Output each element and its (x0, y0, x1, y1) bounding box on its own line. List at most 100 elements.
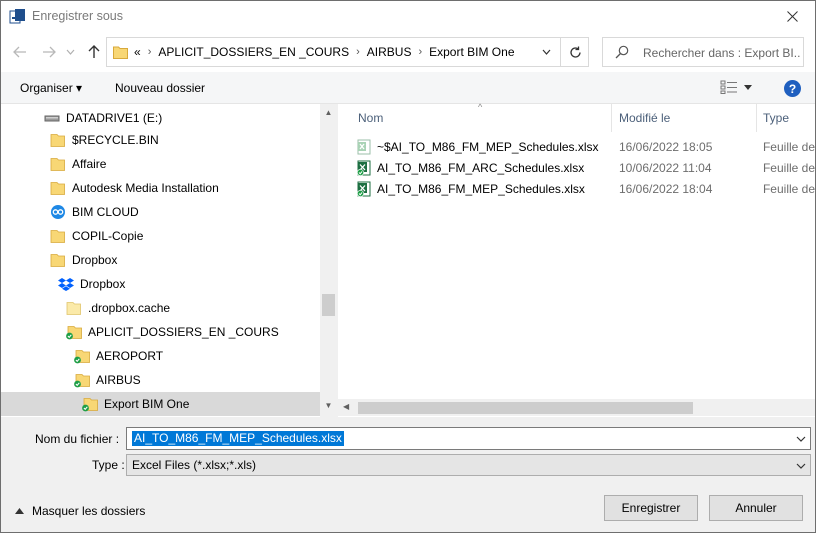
file-type: Feuille de (762, 139, 815, 154)
command-bar: Organiser ▾ Nouveau dossier ? (1, 72, 815, 104)
tree-item-recycle-bin[interactable]: $RECYCLE.BIN (1, 128, 320, 152)
tree-item-drive[interactable]: DATADRIVE1 (E:) (1, 106, 320, 130)
details-view-icon (720, 80, 737, 94)
excel-temp-icon (356, 139, 372, 155)
tree-item-label: Export BIM One (104, 397, 190, 411)
file-type-select[interactable]: Excel Files (*.xlsx;*.xls) (126, 454, 811, 476)
up-button[interactable] (84, 42, 104, 62)
title-bar: Enregistrer sous (1, 1, 815, 32)
arrow-left-icon (13, 46, 26, 58)
arrow-up-icon (88, 45, 100, 58)
tree-item-label: COPIL-Copie (72, 229, 144, 243)
file-row[interactable]: ~$AI_TO_M86_FM_MEP_Schedules.xlsx 16/06/… (356, 136, 815, 157)
tree-item-label: AEROPORT (96, 349, 164, 363)
chevron-right-icon[interactable]: › (356, 46, 360, 58)
drive-icon (43, 110, 61, 126)
hide-folders-toggle[interactable]: Masquer les dossiers (15, 504, 145, 518)
close-button[interactable] (769, 1, 815, 32)
sort-ascending-icon: ^ (478, 102, 483, 112)
tree-item-label: DATADRIVE1 (E:) (66, 111, 163, 125)
chevron-down-icon (66, 49, 74, 55)
tree-item-export-bim-one[interactable]: Export BIM One (1, 392, 320, 416)
column-header-modified[interactable]: Modifié le (619, 104, 670, 132)
tree-item-autodesk-media[interactable]: Autodesk Media Installation (1, 176, 320, 200)
organize-button[interactable]: Organiser ▾ (20, 81, 82, 95)
file-modified: 10/06/2022 11:04 (618, 160, 712, 175)
hide-folders-label: Masquer les dossiers (32, 504, 146, 518)
tree-item-dropbox[interactable]: Dropbox (1, 272, 320, 296)
search-input[interactable]: Rechercher dans : Export BI... (643, 46, 801, 60)
save-button[interactable]: Enregistrer (604, 495, 698, 521)
filename-dropdown-button[interactable] (796, 432, 806, 449)
file-list-scrollbar[interactable]: ◀ (338, 399, 815, 416)
breadcrumb-overflow[interactable]: « (134, 45, 141, 59)
app-icon (9, 8, 26, 25)
window-title: Enregistrer sous (32, 9, 124, 23)
column-divider[interactable] (611, 104, 612, 132)
tree-item-label: BIM CLOUD (72, 205, 139, 219)
arrow-right-icon (43, 46, 56, 58)
tree-item-affaire[interactable]: Affaire (1, 152, 320, 176)
folder-icon (49, 180, 67, 196)
navigation-bar: « › APLICIT_DOSSIERS_EN _COURS › AIRBUS … (1, 32, 815, 72)
tree-item-dropbox-cache[interactable]: .dropbox.cache (1, 296, 320, 320)
filename-label: Nom du fichier : (35, 432, 120, 446)
cloud-app-icon (49, 204, 67, 220)
new-folder-button[interactable]: Nouveau dossier (115, 81, 205, 95)
tree-scrollbar[interactable]: ▲ ▼ (320, 104, 337, 417)
scroll-left-icon[interactable]: ◀ (343, 402, 349, 411)
file-type-dropdown-button[interactable] (796, 459, 806, 476)
filename-field[interactable]: AI_TO_M86_FM_MEP_Schedules.xlsx (126, 427, 811, 450)
address-bar[interactable]: « › APLICIT_DOSSIERS_EN _COURS › AIRBUS … (106, 37, 589, 67)
dropbox-icon (57, 276, 75, 292)
breadcrumb-item[interactable]: AIRBUS (367, 45, 412, 59)
file-row[interactable]: AI_TO_M86_FM_MEP_Schedules.xlsx 16/06/20… (356, 178, 815, 199)
folder-icon (49, 228, 67, 244)
breadcrumb-item[interactable]: APLICIT_DOSSIERS_EN _COURS (158, 45, 349, 59)
column-header-name[interactable]: Nom (358, 104, 383, 132)
help-button[interactable]: ? (784, 80, 801, 97)
back-button[interactable] (10, 42, 30, 62)
excel-synced-icon (356, 160, 372, 176)
column-divider[interactable] (756, 104, 757, 132)
save-as-dialog: Enregistrer sous « › APLICIT_DOSSIERS_EN… (0, 0, 816, 533)
refresh-button[interactable] (560, 38, 589, 66)
tree-item-label: Dropbox (80, 277, 126, 291)
refresh-icon (569, 46, 581, 58)
column-header-type[interactable]: Type (763, 104, 789, 132)
scroll-thumb[interactable] (322, 294, 335, 316)
search-icon (615, 45, 629, 62)
folder-icon (49, 156, 67, 172)
file-row[interactable]: AI_TO_M86_FM_ARC_Schedules.xlsx 10/06/20… (356, 157, 815, 178)
scroll-thumb[interactable] (358, 402, 693, 414)
scroll-down-icon[interactable]: ▼ (320, 401, 337, 410)
file-name: AI_TO_M86_FM_ARC_Schedules.xlsx (377, 160, 585, 175)
tree-item-copil-copie[interactable]: COPIL-Copie (1, 224, 320, 248)
forward-button[interactable] (39, 42, 59, 62)
tree-item-aeroport[interactable]: AEROPORT (1, 344, 320, 368)
scroll-up-icon[interactable]: ▲ (320, 108, 337, 117)
view-options-button[interactable] (720, 80, 752, 94)
search-box[interactable]: Rechercher dans : Export BI... (602, 37, 804, 67)
breadcrumb: « › APLICIT_DOSSIERS_EN _COURS › AIRBUS … (134, 38, 515, 66)
cancel-button[interactable]: Annuler (709, 495, 803, 521)
chevron-right-icon[interactable]: › (418, 46, 422, 58)
file-type-value: Excel Files (*.xlsx;*.xls) (132, 458, 257, 472)
file-type: Feuille de (762, 160, 815, 175)
file-type: Feuille de (762, 181, 815, 196)
tree-item-aplicit-dossiers[interactable]: APLICIT_DOSSIERS_EN _COURS (1, 320, 320, 344)
tree-item-bim-cloud[interactable]: BIM CLOUD (1, 200, 320, 224)
synced-folder-icon (65, 324, 83, 340)
chevron-down-icon (796, 463, 806, 469)
filename-value[interactable]: AI_TO_M86_FM_MEP_Schedules.xlsx (132, 431, 344, 446)
recent-locations-button[interactable] (60, 42, 80, 62)
address-dropdown-button[interactable] (534, 38, 558, 66)
breadcrumb-item[interactable]: Export BIM One (429, 45, 514, 59)
tree-item-label: AIRBUS (96, 373, 141, 387)
tree-item-dropbox-folder[interactable]: Dropbox (1, 248, 320, 272)
tree-item-airbus[interactable]: AIRBUS (1, 368, 320, 392)
chevron-down-icon (542, 49, 550, 55)
chevron-right-icon[interactable]: › (148, 46, 152, 58)
type-label: Type : (92, 458, 125, 472)
folder-icon (49, 132, 67, 148)
